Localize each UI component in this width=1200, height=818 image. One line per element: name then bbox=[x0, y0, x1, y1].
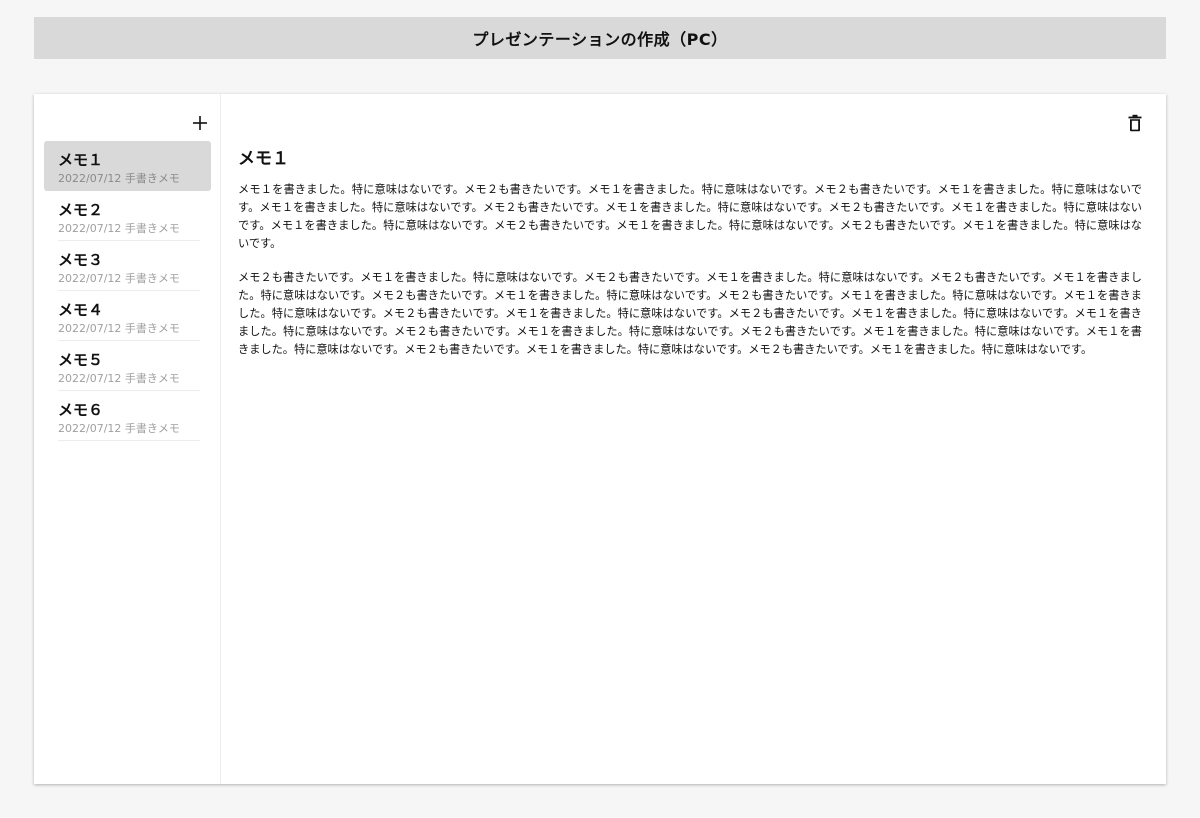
memo-list: メモ１ 2022/07/12 手書きメモ メモ２ 2022/07/12 手書きメ… bbox=[44, 141, 211, 441]
memo-paragraph-1: メモ１を書きました。特に意味はないです。メモ２も書きたいです。メモ１を書きました… bbox=[238, 183, 1142, 250]
memo-list-item-4[interactable]: メモ４ 2022/07/12 手書きメモ bbox=[44, 291, 211, 341]
memo-item-meta: 2022/07/12 手書きメモ bbox=[58, 172, 180, 185]
memo-item-title: メモ２ bbox=[58, 201, 104, 219]
memo-list-item-5[interactable]: メモ５ 2022/07/12 手書きメモ bbox=[44, 341, 211, 391]
memo-sidebar: メモ１ 2022/07/12 手書きメモ メモ２ 2022/07/12 手書きメ… bbox=[34, 94, 221, 784]
memo-list-item-1[interactable]: メモ１ 2022/07/12 手書きメモ bbox=[44, 141, 211, 191]
memo-item-meta: 2022/07/12 手書きメモ bbox=[58, 372, 180, 385]
memo-item-title: メモ３ bbox=[58, 251, 104, 269]
memo-item-meta: 2022/07/12 手書きメモ bbox=[58, 322, 180, 335]
memo-item-meta: 2022/07/12 手書きメモ bbox=[58, 272, 180, 285]
memo-list-item-2[interactable]: メモ２ 2022/07/12 手書きメモ bbox=[44, 191, 211, 241]
memo-item-meta: 2022/07/12 手書きメモ bbox=[58, 422, 180, 435]
memo-item-title: メモ６ bbox=[58, 401, 104, 419]
page-title: プレゼンテーションの作成（PC） bbox=[472, 30, 728, 49]
memo-list-item-3[interactable]: メモ３ 2022/07/12 手書きメモ bbox=[44, 241, 211, 291]
memo-detail: メモ１ メモ１を書きました。特に意味はないです。メモ２も書きたいです。メモ１を書… bbox=[221, 94, 1166, 784]
memo-card: メモ１ 2022/07/12 手書きメモ メモ２ 2022/07/12 手書きメ… bbox=[34, 94, 1166, 784]
trash-icon[interactable] bbox=[1128, 114, 1142, 132]
memo-item-title: メモ４ bbox=[58, 301, 104, 319]
header-bar: プレゼンテーションの作成（PC） bbox=[34, 17, 1166, 59]
memo-item-title: メモ１ bbox=[58, 151, 104, 169]
plus-icon[interactable] bbox=[191, 114, 209, 132]
memo-paragraph-2: メモ２も書きたいです。メモ１を書きました。特に意味はないです。メモ２も書きたいで… bbox=[238, 271, 1142, 356]
memo-list-item-6[interactable]: メモ６ 2022/07/12 手書きメモ bbox=[44, 391, 211, 441]
memo-heading: メモ１ bbox=[238, 149, 289, 169]
memo-item-title: メモ５ bbox=[58, 351, 104, 369]
memo-item-meta: 2022/07/12 手書きメモ bbox=[58, 222, 180, 235]
